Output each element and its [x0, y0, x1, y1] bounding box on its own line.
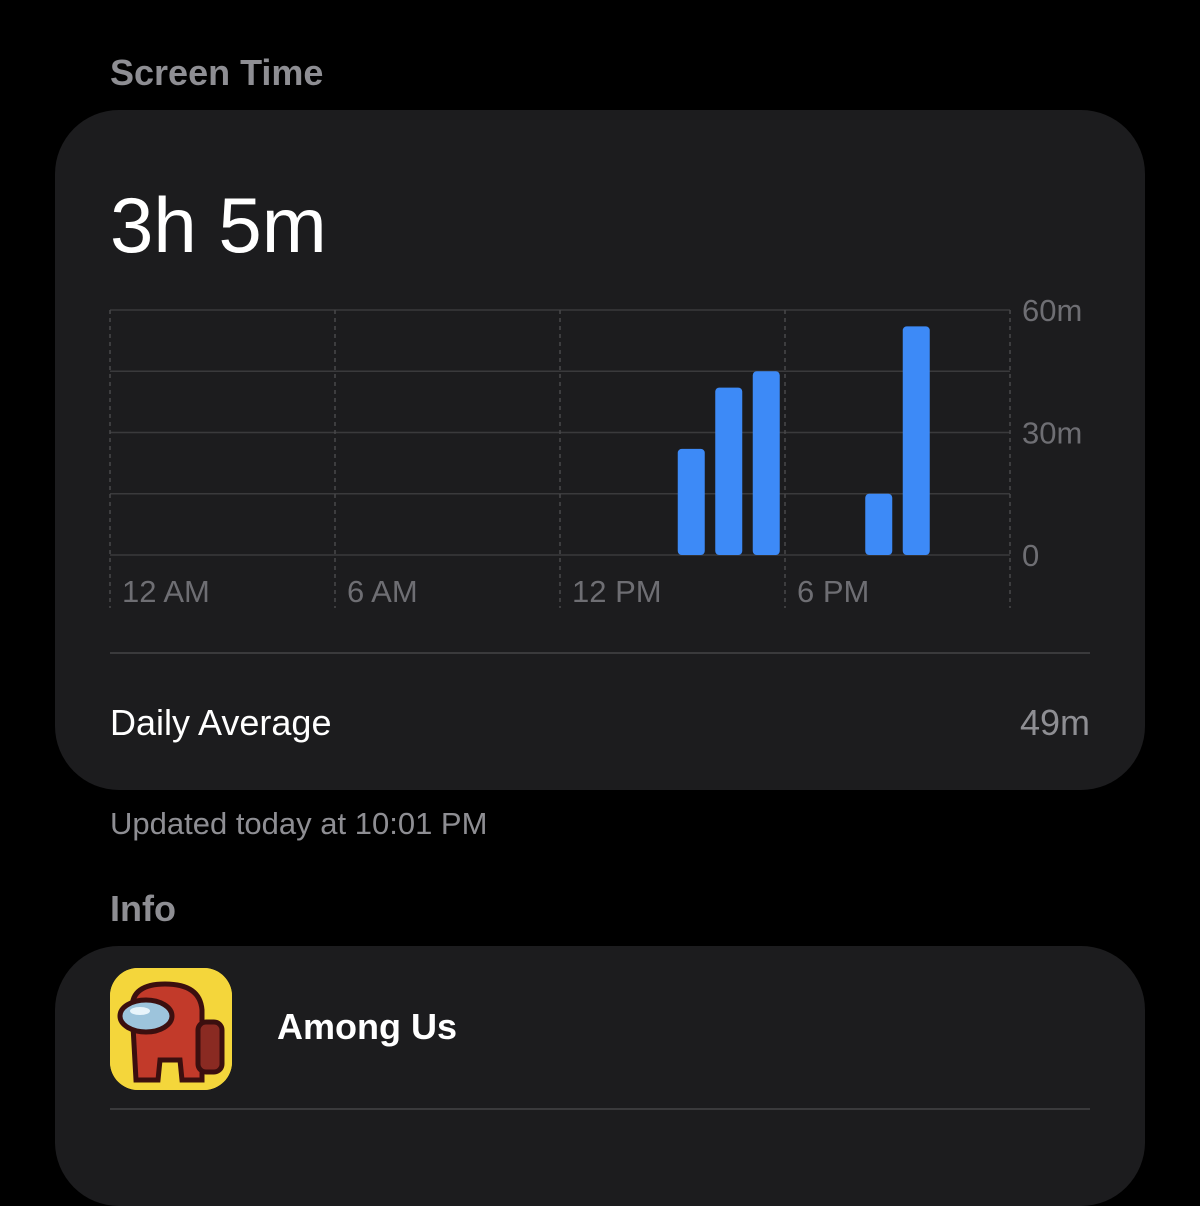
chart-bar	[902, 326, 930, 555]
chart-x-tick-label: 6 AM	[347, 574, 418, 609]
hourly-usage-chart: 12 AM 6 AM 12 PM 6 PM 60m 30m 0	[109, 293, 1082, 609]
info-divider	[110, 1108, 1090, 1110]
screen-time-header: Screen Time	[110, 52, 324, 93]
chart-x-tick-label: 12 AM	[122, 574, 210, 609]
chart-bar	[715, 387, 743, 555]
screen-time-card[interactable]: 3h 5m 12 AM 6 AM 12 PM 6 PM 60m 30m 0 Daily Av…	[55, 110, 1145, 790]
info-card[interactable]: Among Us	[55, 946, 1145, 1206]
chart-y-tick-label: 30m	[1022, 416, 1082, 451]
info-header: Info	[110, 888, 176, 929]
chart-y-tick-label: 0	[1022, 538, 1039, 573]
among-us-app-icon	[110, 968, 232, 1090]
chart-bar	[677, 448, 705, 555]
app-name: Among Us	[277, 1006, 457, 1047]
chart-bar	[865, 493, 893, 555]
daily-average-value: 49m	[1019, 702, 1090, 743]
chart-x-tick-label: 6 PM	[797, 574, 869, 609]
chart-x-tick-label: 12 PM	[572, 574, 662, 609]
chart-bar	[752, 371, 780, 555]
chart-y-tick-label: 60m	[1022, 293, 1082, 328]
updated-timestamp: Updated today at 10:01 PM	[110, 806, 488, 841]
daily-average-label: Daily Average	[110, 702, 332, 743]
chart-divider	[110, 652, 1090, 654]
